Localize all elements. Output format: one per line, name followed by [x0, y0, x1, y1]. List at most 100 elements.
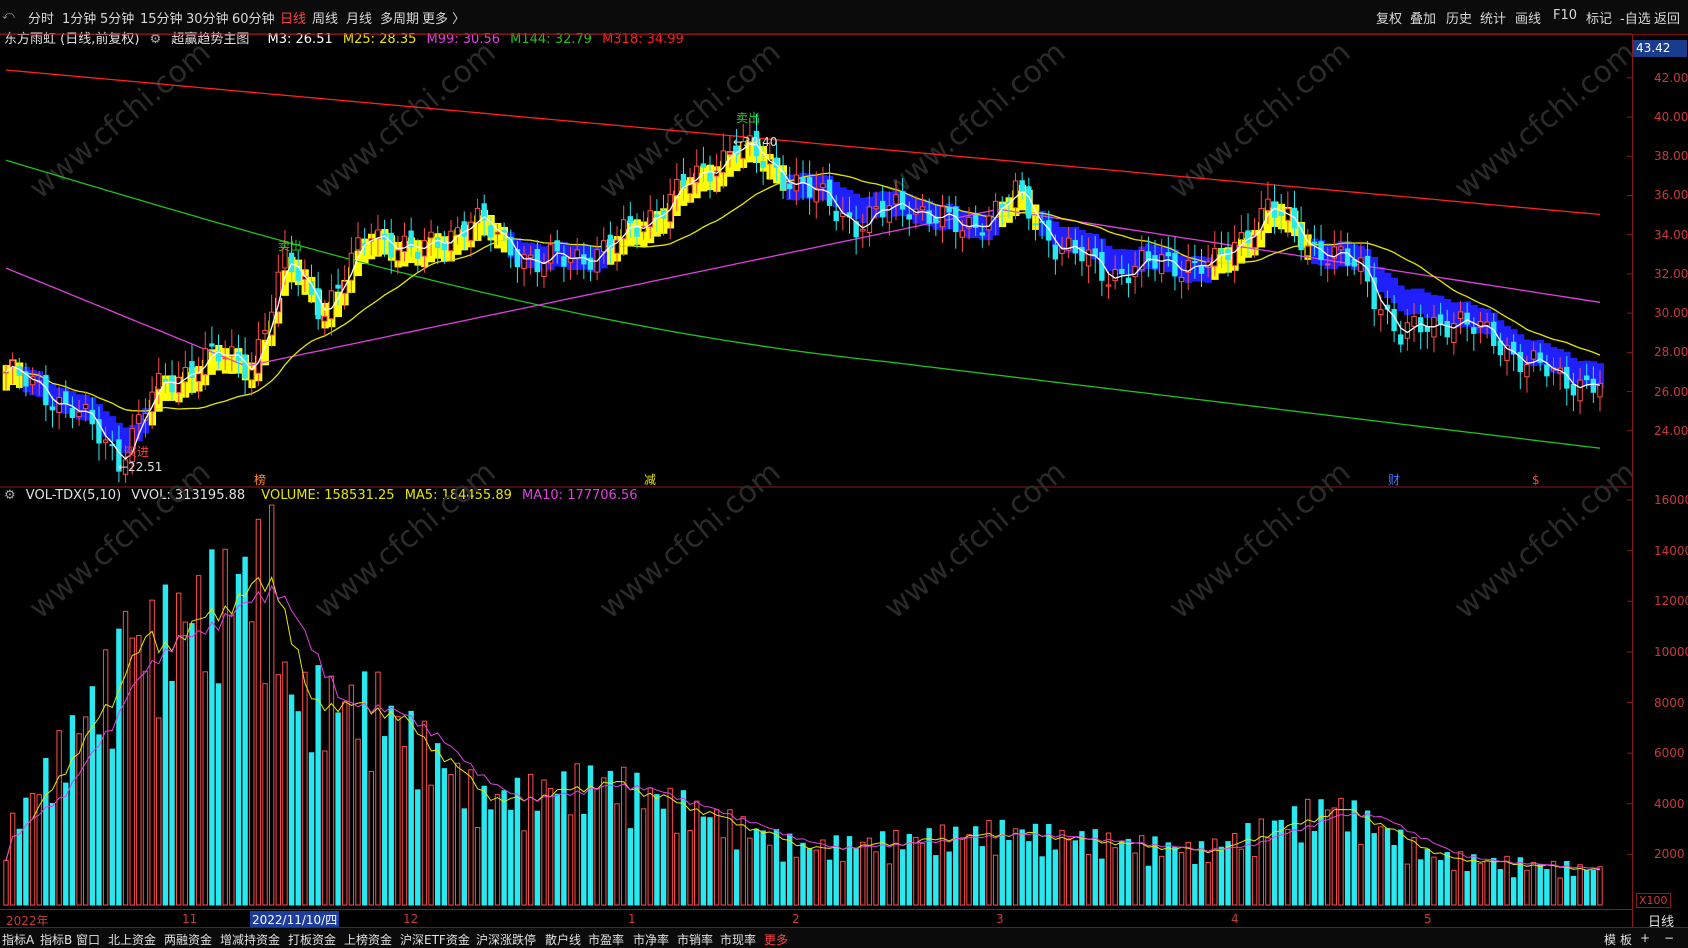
volume-bar [1099, 858, 1105, 906]
volume-bar [1265, 837, 1271, 906]
indicator-tab-9[interactable]: 沪深涨跌停 [476, 931, 536, 948]
candle-body [175, 377, 182, 393]
volume-bar [627, 828, 634, 906]
candle-body [242, 354, 248, 379]
candle-body [202, 348, 208, 375]
volume-bar [1584, 869, 1590, 906]
candle-body [156, 373, 162, 390]
candle-body [813, 187, 819, 203]
volume-bar [1185, 841, 1191, 906]
candle-body [494, 231, 501, 235]
candle-body [468, 221, 474, 241]
candle-body [1265, 198, 1271, 211]
volume-bar [773, 829, 780, 906]
candle-body [760, 161, 766, 168]
indicator-tab-7[interactable]: 上榜资金 [344, 931, 392, 948]
volume-bar [574, 763, 580, 906]
candle-body [581, 254, 587, 265]
volume-bar [1351, 800, 1357, 906]
volume-bar [720, 837, 726, 906]
price-volume-chart[interactable]: www.cfchi.com www.cfchi.com www.cfchi.com w… [0, 0, 1632, 909]
volume-bar [561, 771, 567, 906]
indicator-tab-14[interactable]: 市现率 [720, 931, 756, 948]
candle-body [541, 262, 547, 277]
candle-body [1411, 316, 1417, 327]
candle-body [102, 439, 109, 444]
indicator-tab-8[interactable]: 沪深ETF资金 [400, 931, 470, 948]
volume-bar [826, 859, 833, 906]
buy-signal-label: 买进 [125, 445, 149, 459]
sell-signal-label: 卖出 [736, 111, 760, 125]
volume-bar [149, 599, 155, 906]
volume-bar [49, 802, 56, 906]
volume-bar [1132, 852, 1138, 906]
indicator-tab-13[interactable]: 市销率 [677, 931, 713, 948]
candle-body [136, 414, 142, 424]
indicator-tab-6[interactable]: 打板资金 [288, 931, 336, 948]
bottom-right-button-1[interactable]: 板 [1620, 931, 1632, 948]
volume-bar [408, 710, 414, 906]
volume-bar [43, 757, 49, 906]
price-tick-label: 34.00 [1654, 227, 1688, 242]
volume-bar [860, 841, 866, 906]
candle-body [880, 200, 886, 218]
indicator-tab-3[interactable]: 北上资金 [108, 931, 156, 948]
indicator-tab-1[interactable]: 指标B [40, 931, 72, 948]
indicator-tab-11[interactable]: 市盈率 [588, 931, 624, 948]
candle-body [49, 406, 56, 411]
price-tick-label: 26.00 [1654, 384, 1688, 399]
toolbar-button-8[interactable]: 返回 [1654, 8, 1680, 27]
candle-body [806, 177, 813, 198]
volume-bar [282, 661, 288, 906]
volume-bar [1537, 863, 1543, 906]
indicator-tab-0[interactable]: 指标A [2, 931, 34, 948]
volume-bar [1225, 841, 1231, 906]
date-label: 5 [1424, 912, 1432, 926]
indicator-tab-12[interactable]: 市净率 [633, 931, 669, 948]
bottom-right-button-3[interactable]: − [1664, 931, 1674, 945]
candle-body [249, 369, 255, 381]
volume-bar [468, 769, 474, 906]
volume-bar [620, 766, 627, 906]
volume-bar [1444, 852, 1450, 906]
volume-bar [1324, 809, 1331, 906]
volume-bar [415, 789, 421, 906]
volume-bar [1457, 851, 1464, 906]
trend-band-segment [1105, 245, 1113, 272]
volume-bar [122, 610, 129, 906]
volume-bar [1039, 856, 1045, 906]
volume-bar [1006, 840, 1012, 906]
volume-bar [302, 671, 308, 906]
volume-bar [1471, 854, 1477, 906]
volume-bar [700, 816, 707, 906]
volume-bar [368, 770, 374, 906]
volume-bar [182, 621, 189, 906]
indicator-tab-15[interactable]: 更多 [764, 931, 788, 948]
candle-body [1457, 311, 1464, 319]
bottom-right-button-2[interactable]: + [1640, 931, 1650, 945]
volume-bar [454, 762, 461, 906]
volume-bar [401, 746, 408, 906]
volume-bar [1085, 853, 1092, 906]
bottom-right-button-0[interactable]: 模 [1604, 931, 1616, 948]
volume-bar [1092, 829, 1098, 906]
price-tick-label: 38.00 [1654, 149, 1688, 164]
price-tick-label: 24.00 [1654, 423, 1688, 438]
watermark-text: www.cfchi.com [593, 455, 788, 626]
volume-bar [76, 733, 82, 906]
volume-bar [680, 790, 687, 906]
volume-bar [541, 779, 547, 906]
candle-body [501, 230, 507, 233]
volume-bar [1305, 798, 1311, 906]
indicator-tab-5[interactable]: 增减持资金 [220, 931, 280, 948]
indicator-tab-2[interactable]: 窗口 [76, 931, 100, 948]
candle-body [222, 357, 228, 360]
date-label: 11 [182, 912, 198, 926]
volume-bar [634, 772, 640, 906]
candle-body [574, 249, 580, 259]
volume-bar [919, 842, 926, 906]
indicator-tab-10[interactable]: 散户线 [545, 931, 581, 948]
indicator-tab-4[interactable]: 两融资金 [164, 931, 212, 948]
volume-bar [820, 839, 826, 906]
candle-body [83, 403, 89, 409]
